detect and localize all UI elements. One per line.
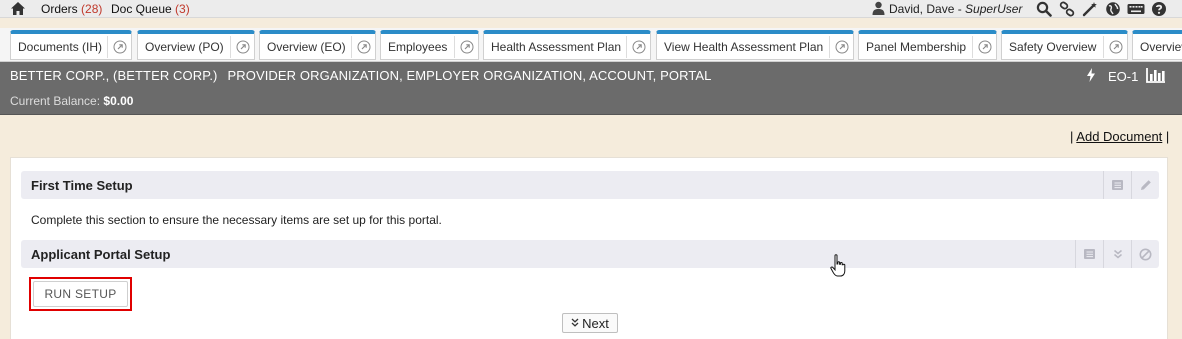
organization-name: BETTER CORP., (BETTER CORP.)	[10, 68, 218, 83]
pencil-icon[interactable]	[1131, 171, 1159, 199]
doc-queue-link[interactable]: Doc Queue (3)	[111, 2, 190, 16]
tab-employees[interactable]: Employees	[380, 30, 479, 60]
lightning-icon[interactable]	[1086, 67, 1096, 85]
open-tab-icon[interactable]	[230, 35, 254, 58]
current-balance: Current Balance: $0.00	[10, 94, 133, 108]
tab-label: Employees	[388, 39, 448, 54]
tab-label: Overview (EO)	[267, 39, 346, 54]
run-setup-highlight: RUN SETUP	[29, 277, 132, 311]
setup-description: Complete this section to ensure the nece…	[31, 213, 442, 227]
open-tab-icon[interactable]	[454, 35, 478, 58]
organization-title: BETTER CORP., (BETTER CORP.) PROVIDER ORG…	[10, 68, 712, 83]
tab-label: Safety Overview	[1009, 39, 1097, 54]
help-icon[interactable]	[1149, 1, 1169, 17]
applicant-portal-setup-header: Applicant Portal Setup	[21, 240, 1159, 268]
open-tab-icon[interactable]	[626, 35, 650, 58]
open-tab-icon[interactable]	[1103, 35, 1127, 58]
organization-header: BETTER CORP., (BETTER CORP.) PROVIDER ORG…	[0, 62, 1182, 115]
document-actions: | Add Document |	[1070, 129, 1169, 144]
add-document-link[interactable]: Add Document	[1076, 129, 1162, 144]
top-bar: Orders (28) Doc Queue (3) David, Dave - …	[0, 0, 1182, 18]
section-title: Applicant Portal Setup	[31, 247, 171, 262]
next-button[interactable]: Next	[562, 313, 618, 333]
tab-overview-po[interactable]: Overview (PO)	[137, 30, 255, 60]
tab-overview-eo[interactable]: Overview (EO)	[259, 30, 376, 60]
user-icon	[872, 1, 885, 18]
orders-count: (28)	[81, 2, 103, 16]
balance-label: Current Balance:	[10, 94, 101, 108]
tab-label: View Health Assessment Plan	[664, 39, 824, 54]
tab-label: Overview (PO)	[145, 39, 224, 54]
hand-cursor-icon	[830, 254, 846, 278]
tab-label: Documents (IH)	[18, 39, 103, 54]
tab-label: Health Assessment Plan	[491, 39, 622, 54]
section-title: First Time Setup	[31, 178, 133, 193]
first-time-setup-header: First Time Setup	[21, 171, 1159, 199]
tab-label: Overview	[1140, 39, 1182, 54]
open-tab-icon[interactable]	[107, 35, 131, 58]
tab-label: Panel Membership	[866, 39, 967, 54]
home-icon[interactable]	[10, 1, 26, 16]
tab-overview[interactable]: Overview	[1132, 30, 1182, 60]
open-tab-icon[interactable]	[829, 35, 853, 58]
next-label: Next	[582, 315, 609, 331]
magic-wand-icon[interactable]	[1080, 1, 1100, 17]
bar-chart-icon[interactable]	[1146, 67, 1166, 86]
doc-queue-count: (3)	[175, 2, 190, 16]
tab-view-health-assessment-plan[interactable]: View Health Assessment Plan	[656, 30, 854, 60]
keyboard-icon[interactable]	[1126, 1, 1146, 17]
user-separator: -	[954, 2, 966, 16]
tab-documents-ih[interactable]: Documents (IH)	[10, 30, 132, 60]
header-tools: EO-1	[1086, 67, 1166, 85]
setup-panel: First Time Setup Complete this section t…	[10, 157, 1168, 339]
doc-queue-label: Doc Queue	[111, 2, 172, 16]
double-chevron-down-icon[interactable]	[1103, 240, 1131, 268]
user-role: SuperUser	[965, 2, 1023, 16]
open-tab-icon[interactable]	[351, 35, 375, 58]
tab-panel-membership[interactable]: Panel Membership	[858, 30, 997, 60]
link-icon[interactable]	[1057, 1, 1077, 17]
organization-code: EO-1	[1108, 68, 1139, 84]
notebook-icon[interactable]	[1075, 240, 1103, 268]
double-chevron-down-icon	[571, 318, 579, 329]
disable-icon[interactable]	[1131, 240, 1159, 268]
orders-label: Orders	[41, 2, 78, 16]
user-menu[interactable]: David, Dave - SuperUser	[872, 1, 1022, 17]
run-setup-button[interactable]: RUN SETUP	[33, 281, 128, 307]
tab-health-assessment-plan[interactable]: Health Assessment Plan	[483, 30, 651, 60]
open-tab-icon[interactable]	[972, 35, 996, 58]
balance-value: $0.00	[103, 94, 134, 108]
top-toolbar	[1034, 0, 1172, 18]
notebook-icon[interactable]	[1103, 171, 1131, 199]
user-name: David, Dave	[889, 2, 955, 16]
organization-types: PROVIDER ORGANIZATION, EMPLOYER ORGANIZA…	[227, 68, 712, 83]
tab-bar: Documents (IH) Overview (PO) Overview (E…	[0, 28, 1182, 62]
separator: |	[1070, 129, 1074, 144]
separator: |	[1165, 129, 1170, 144]
search-icon[interactable]	[1034, 1, 1054, 17]
orders-link[interactable]: Orders (28)	[41, 2, 102, 16]
globe-icon[interactable]	[1103, 1, 1123, 17]
tab-safety-overview[interactable]: Safety Overview	[1001, 30, 1128, 60]
